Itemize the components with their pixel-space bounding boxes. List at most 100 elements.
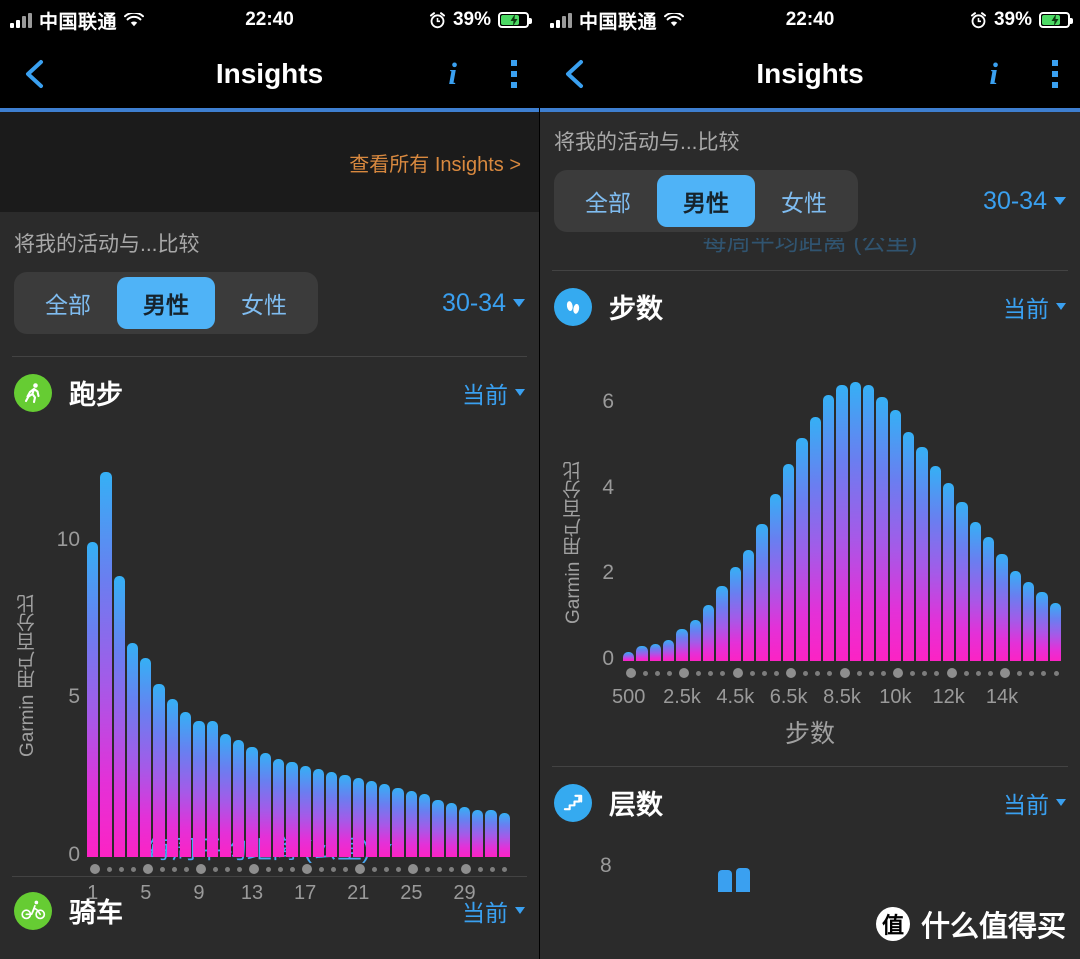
steps-chart-plot: Garmin 用户百分比 0 2 4 6 500 2.5k 4.5k 6.5k 8.5k 10k… bbox=[540, 326, 1080, 726]
bar bbox=[193, 721, 205, 857]
partial-bar-pair-2 bbox=[736, 868, 750, 892]
bar bbox=[485, 809, 497, 857]
bar bbox=[339, 775, 351, 857]
x-tick-dot bbox=[693, 670, 705, 676]
x-tick-dot bbox=[1050, 670, 1062, 676]
timeframe-dropdown[interactable]: 当前 bbox=[1003, 786, 1066, 820]
cycling-person-icon bbox=[14, 891, 52, 930]
see-all-insights-link[interactable]: 查看所有 Insights > bbox=[349, 148, 521, 177]
info-italic-icon[interactable]: i bbox=[448, 56, 457, 92]
x-tick-dot bbox=[475, 866, 487, 872]
bar bbox=[299, 765, 311, 857]
timeframe-dropdown[interactable]: 当前 bbox=[1003, 290, 1066, 324]
bar bbox=[676, 628, 688, 661]
floors-chart-partial: 8 bbox=[540, 822, 1080, 892]
bar bbox=[472, 809, 484, 857]
x-tick-dot-major bbox=[997, 668, 1014, 678]
chevron-down-icon bbox=[1056, 303, 1066, 310]
x-tick-dot-major bbox=[192, 864, 209, 874]
x-tick-label: 6.5k bbox=[769, 686, 808, 708]
clock-label: 22:40 bbox=[785, 9, 835, 30]
segment-all[interactable]: 全部 bbox=[559, 175, 657, 227]
x-tick-dot bbox=[127, 866, 139, 872]
bar-series bbox=[622, 361, 1062, 661]
bar bbox=[379, 784, 391, 857]
x-tick-dot-major bbox=[458, 864, 475, 874]
x-tick-dot bbox=[434, 866, 446, 872]
x-tick-dot-major bbox=[836, 668, 853, 678]
y-tick-label: 2 bbox=[602, 561, 614, 585]
partial-bar-pair bbox=[718, 870, 732, 892]
bar bbox=[1009, 571, 1021, 661]
bar bbox=[365, 781, 378, 857]
kebab-menu-icon[interactable] bbox=[1052, 60, 1058, 88]
bar bbox=[702, 605, 715, 661]
bar bbox=[1036, 592, 1048, 661]
segment-male[interactable]: 男性 bbox=[117, 277, 215, 329]
x-tick-dot bbox=[972, 670, 984, 676]
bar bbox=[649, 643, 661, 661]
bar bbox=[206, 721, 218, 857]
age-range-dropdown[interactable]: 30-34 bbox=[983, 187, 1066, 216]
bar bbox=[219, 734, 232, 857]
bar bbox=[742, 549, 755, 661]
watermark: 值 什么值得买 bbox=[875, 903, 1066, 945]
timeframe-value: 当前 bbox=[1003, 295, 1049, 322]
back-chevron-icon[interactable] bbox=[22, 59, 48, 89]
x-tick-dot bbox=[1026, 670, 1038, 676]
gender-segmented-control[interactable]: 全部 男性 女性 bbox=[14, 272, 318, 334]
kebab-menu-icon[interactable] bbox=[511, 60, 517, 88]
bar bbox=[636, 646, 648, 661]
bar bbox=[259, 752, 271, 857]
x-tick-dot bbox=[824, 670, 836, 676]
x-tick-dot-major bbox=[299, 864, 316, 874]
x-tick-dot bbox=[865, 670, 877, 676]
bar bbox=[876, 397, 888, 661]
bar bbox=[286, 762, 298, 857]
bar bbox=[822, 395, 835, 661]
x-tick-dot-major bbox=[890, 668, 907, 678]
x-tick-dot-major bbox=[405, 864, 422, 874]
x-tick-dot bbox=[262, 866, 274, 872]
segment-female[interactable]: 女性 bbox=[215, 277, 313, 329]
footsteps-icon bbox=[554, 287, 592, 326]
back-chevron-icon[interactable] bbox=[562, 59, 588, 89]
x-tick-dot bbox=[853, 670, 865, 676]
bar bbox=[769, 493, 781, 661]
bar bbox=[689, 620, 701, 661]
compare-section-left: 将我的活动与...比较 全部 男性 女性 30-34 bbox=[0, 212, 539, 334]
bar bbox=[716, 586, 728, 661]
bar bbox=[889, 410, 901, 661]
x-tick-dot bbox=[381, 866, 393, 872]
x-tick-dot bbox=[393, 866, 405, 872]
steps-activity-header: 步数 当前 bbox=[540, 271, 1080, 326]
x-tick-dot bbox=[487, 866, 499, 872]
info-italic-icon[interactable]: i bbox=[989, 56, 998, 92]
bar bbox=[1049, 603, 1061, 661]
x-tick-dot bbox=[422, 866, 434, 872]
x-tick-label: 5 bbox=[140, 882, 152, 904]
x-tick-dot bbox=[960, 670, 972, 676]
segment-male[interactable]: 男性 bbox=[657, 175, 755, 227]
timeframe-dropdown[interactable]: 当前 bbox=[462, 376, 525, 410]
running-person-icon bbox=[14, 373, 52, 412]
activity-title: 层数 bbox=[609, 790, 663, 820]
segment-female[interactable]: 女性 bbox=[755, 175, 853, 227]
x-tick-dot bbox=[274, 866, 286, 872]
bar bbox=[756, 523, 768, 661]
x-tick-label: 29 bbox=[453, 882, 476, 904]
segment-all[interactable]: 全部 bbox=[19, 277, 117, 329]
age-range-dropdown[interactable]: 30-34 bbox=[442, 289, 525, 318]
bar bbox=[246, 746, 258, 857]
x-tick-dot bbox=[209, 866, 221, 872]
x-tick-dot bbox=[103, 866, 115, 872]
bar bbox=[432, 800, 444, 857]
x-tick-dot bbox=[800, 670, 812, 676]
x-tick-label: 8.5k bbox=[823, 686, 861, 708]
bar bbox=[458, 806, 471, 857]
bar bbox=[326, 771, 338, 857]
gender-segmented-control[interactable]: 全部 男性 女性 bbox=[554, 170, 858, 232]
x-tick-dot bbox=[369, 866, 381, 872]
insights-banner: 查看所有 Insights > bbox=[0, 112, 539, 212]
x-tick-label: 1 bbox=[87, 882, 99, 904]
